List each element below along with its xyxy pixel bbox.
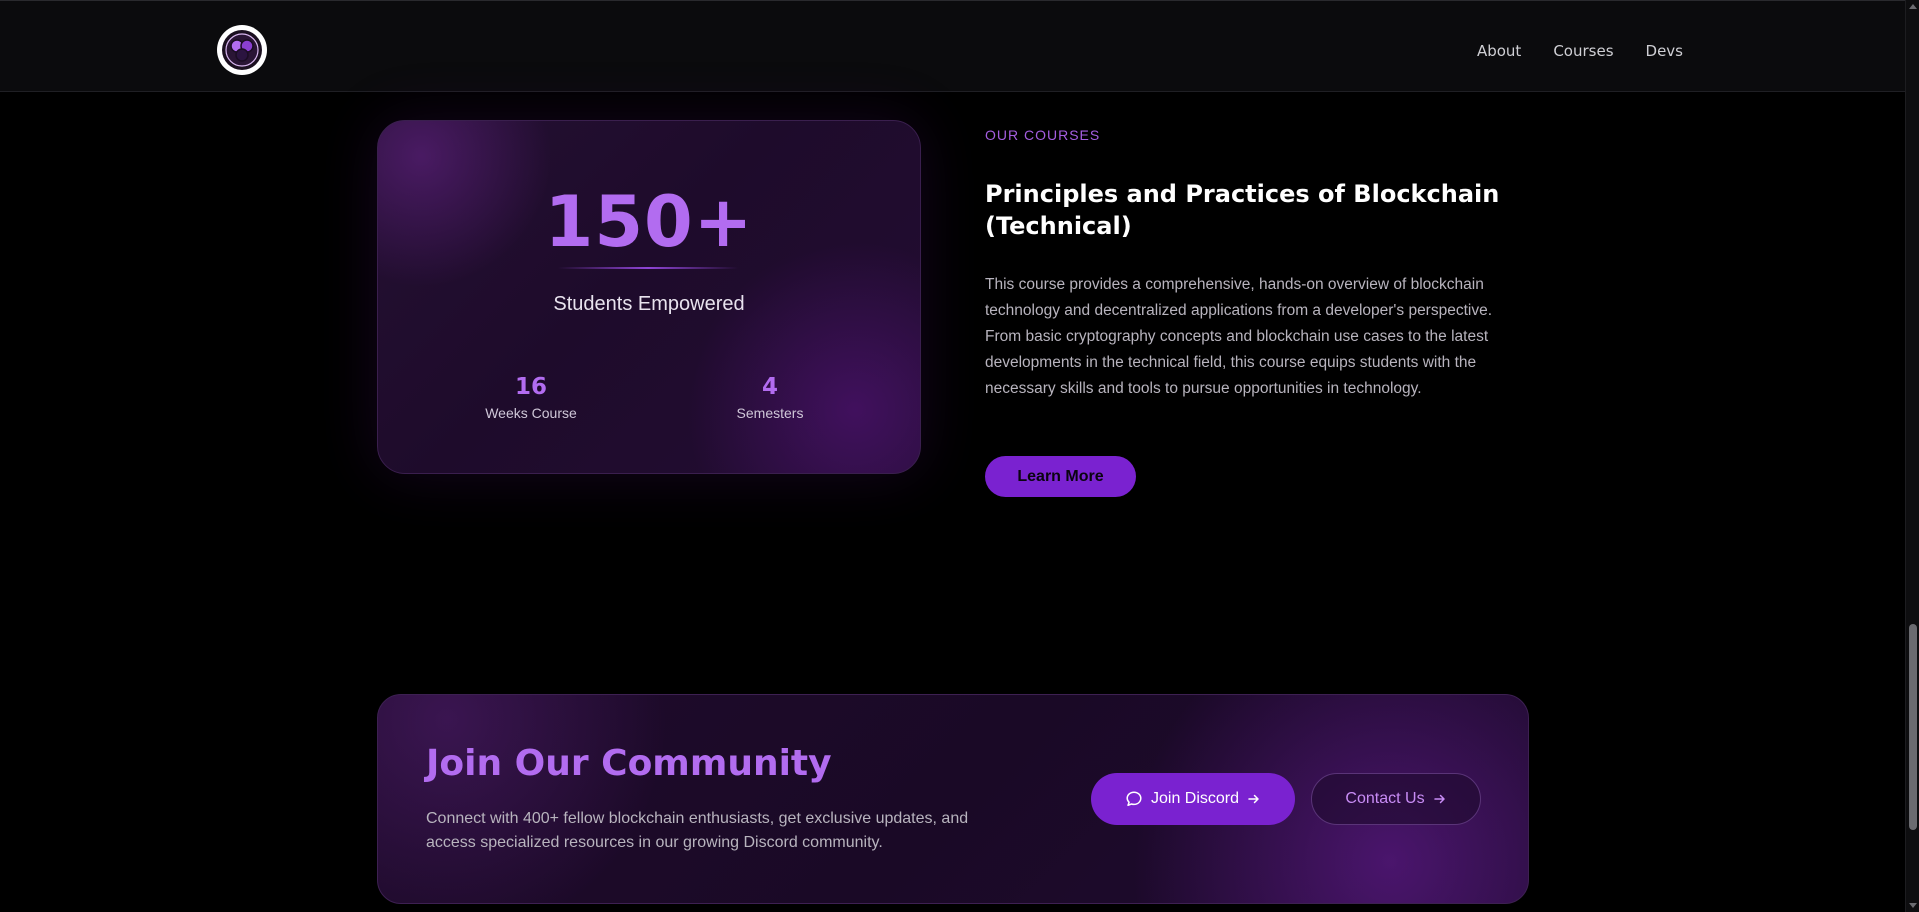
contact-us-label: Contact Us [1345, 790, 1425, 807]
semesters-stat: 4 Semesters [670, 374, 870, 422]
join-discord-button[interactable]: Join Discord [1091, 773, 1295, 825]
scroll-thumb[interactable] [1909, 624, 1917, 830]
course-description: This course provides a comprehensive, ha… [985, 276, 1493, 397]
weeks-label: Weeks Course [485, 405, 577, 421]
community-description: Connect with 400+ fellow blockchain enth… [426, 810, 969, 851]
nav-link-about[interactable]: About [1477, 42, 1521, 60]
students-label: Students Empowered [553, 293, 745, 315]
community-title: Join Our Community [426, 743, 832, 784]
community-card: Join Our Community Connect with 400+ fel… [377, 694, 1529, 904]
blockchain-logo-icon[interactable] [217, 25, 267, 75]
vertical-scrollbar[interactable] [1905, 0, 1919, 912]
nav-link-courses[interactable]: Courses [1553, 42, 1613, 60]
arrow-right-icon [1247, 792, 1261, 806]
site-header: About Courses Devs [0, 0, 1905, 92]
stats-card: 150+ Students Empowered 16 Weeks Course … [377, 120, 921, 474]
semesters-value: 4 [761, 374, 778, 400]
nav-link-devs[interactable]: Devs [1646, 42, 1683, 60]
logo-emblem [222, 30, 262, 70]
main-nav: About Courses Devs [1477, 1, 1683, 101]
section-eyebrow: OUR COURSES [985, 127, 1101, 143]
arrow-right-icon [1433, 792, 1447, 806]
scroll-down-icon[interactable] [1909, 903, 1917, 908]
learn-more-button[interactable]: Learn More [985, 456, 1136, 497]
weeks-value: 16 [514, 374, 547, 400]
stat-underline [558, 267, 738, 269]
weeks-stat: 16 Weeks Course [431, 374, 631, 422]
hexagon-cluster-icon [225, 33, 259, 67]
chat-bubble-icon [1125, 790, 1143, 808]
scroll-up-icon[interactable] [1909, 4, 1917, 9]
students-count: 150+ [544, 181, 754, 263]
page: About Courses Devs 150+ Students Empower… [0, 0, 1919, 912]
contact-us-button[interactable]: Contact Us [1311, 773, 1481, 825]
join-discord-label: Join Discord [1150, 790, 1240, 807]
semesters-label: Semesters [736, 405, 804, 421]
course-title: Principles and Practices of Blockchain (… [985, 180, 1500, 240]
